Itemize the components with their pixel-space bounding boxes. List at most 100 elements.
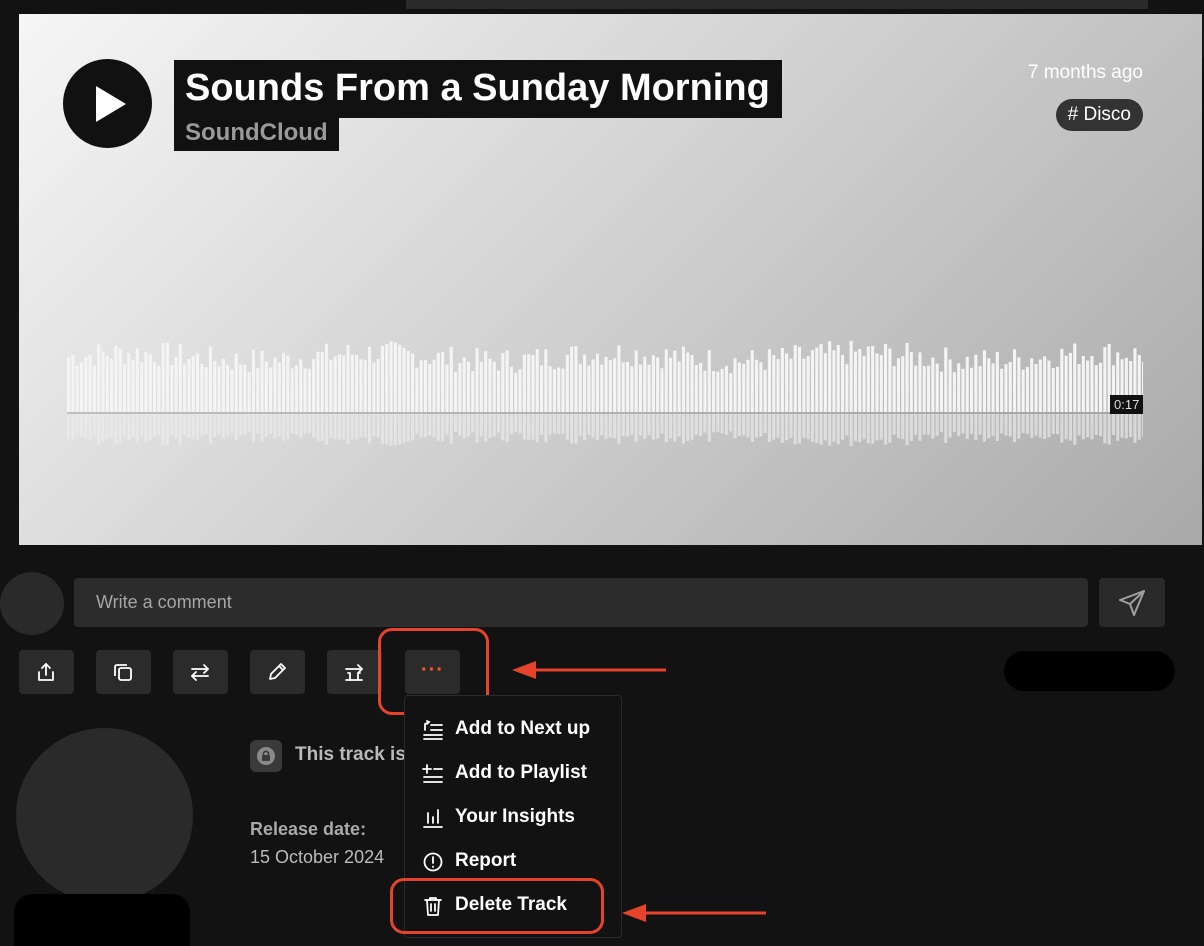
waveform-bar [819,344,823,412]
waveform-bar [712,371,716,412]
menu-item-add-to-playlist[interactable]: Add to Playlist [405,753,623,793]
waveform-bar [866,346,870,412]
repost-button[interactable] [173,650,228,694]
waveform-bar [1081,355,1085,412]
waveform-reflection [118,414,122,443]
waveform-reflection [1124,414,1128,439]
waveform-bar [896,358,900,412]
track-title: Sounds From a Sunday Morning [185,67,770,109]
waveform-bar [1060,348,1064,412]
menu-item-report[interactable]: Report [405,841,623,881]
waveform-reflection [165,414,169,446]
waveform-reflection [918,414,922,441]
waveform-reflection [1017,414,1021,439]
waveform-reflection [1090,414,1094,440]
waveform-bar [135,348,139,412]
waveform-reflection [479,414,483,437]
waveform-reflection [699,414,703,437]
waveform-reflection [703,414,707,433]
share-button[interactable] [19,650,74,694]
waveform-reflection [875,414,879,441]
promote-button[interactable] [327,650,382,694]
waveform-reflection [617,414,621,444]
insights-icon [423,809,443,828]
waveform-bar [600,364,604,412]
waveform-reflection [466,414,470,437]
menu-item-your-insights[interactable]: Your Insights [405,797,623,837]
waveform-reflection [514,414,518,432]
add-next-icon [423,720,443,740]
waveform-reflection [604,414,608,439]
waveform-reflection [441,414,445,442]
waveform-reflection [681,414,685,444]
waveform-bar [608,360,612,412]
send-comment-button[interactable] [1099,578,1165,627]
waveform[interactable] [67,330,1143,466]
waveform-reflection [651,414,655,440]
waveform-reflection [712,414,716,433]
waveform-bar [626,361,630,412]
waveform-reflection [871,414,875,444]
waveform-reflection [505,414,509,442]
waveform-reflection [1004,414,1008,436]
menu-item-add-to-next-up[interactable]: Add to Next up [405,709,623,749]
waveform-reflection [101,414,105,442]
waveform-bar [776,359,780,412]
waveform-reflection [226,414,230,436]
waveform-reflection [71,414,75,440]
waveform-bar [587,365,591,412]
waveform-reflection [613,414,617,439]
waveform-bar [1043,356,1047,412]
waveform-reflection [303,414,307,434]
waveform-bar [1086,360,1090,412]
waveform-reflection [793,414,797,445]
waveform-bar [707,350,711,412]
artist-avatar[interactable] [16,728,193,903]
waveform-bar [905,343,909,412]
redacted-pill [1004,651,1175,691]
waveform-bar [638,364,642,412]
waveform-bar [1021,369,1025,412]
waveform-reflection [565,414,569,440]
waveform-reflection [415,414,419,434]
waveform-reflection [346,414,350,445]
waveform-reflection [759,414,763,437]
waveform-reflection [501,414,505,441]
waveform-bar [634,350,638,412]
waveform-bar [853,351,857,412]
privacy-text: This track is [295,744,406,765]
waveform-reflection [127,414,131,441]
edit-button[interactable] [250,650,305,694]
waveform-bar [922,366,926,412]
waveform-bar [552,369,556,412]
waveform-bar [522,354,526,412]
waveform-reflection [294,414,298,435]
waveform-bar [858,349,862,412]
genre-tag[interactable]: # Disco [1055,99,1143,131]
waveform-bar [415,367,419,412]
waveform-bar [540,365,544,412]
comment-input[interactable] [74,578,1088,627]
waveform-reflection [1047,414,1051,438]
waveform-bar [1017,357,1021,412]
waveform-reflection [914,414,918,435]
waveform-bar [879,355,883,412]
waveform-bar [333,356,337,412]
copy-link-button[interactable] [96,650,151,694]
play-button[interactable] [63,59,152,148]
waveform-bar [368,346,372,412]
artist-link[interactable]: SoundCloud [185,118,328,148]
waveform-bar [105,356,109,412]
waveform-bar [660,368,664,412]
waveform-reflection [428,414,432,436]
waveform-bar [385,344,389,412]
waveform-reflection [484,414,488,442]
waveform-reflection [798,414,802,444]
track-page: Sounds From a Sunday Morning SoundCloud … [0,0,1204,946]
waveform-reflection [922,414,926,435]
waveform-reflection [608,414,612,438]
waveform-bar [531,355,535,412]
waveform-bar [729,373,733,412]
waveform-reflection [819,414,823,445]
waveform-reflection [841,414,845,440]
